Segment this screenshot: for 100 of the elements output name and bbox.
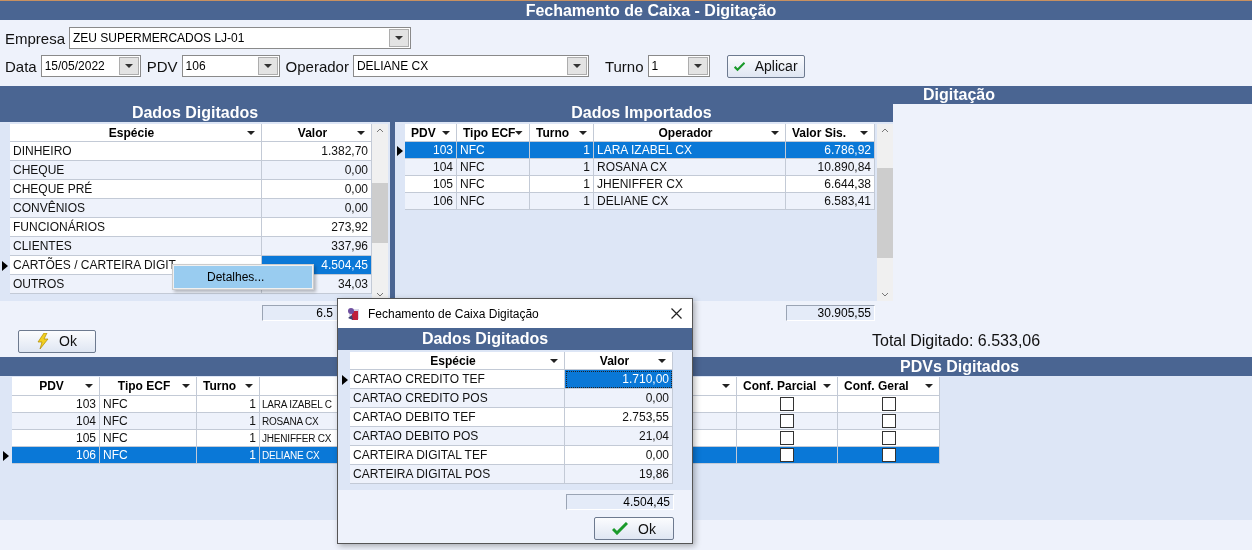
checkbox[interactable]: [780, 448, 794, 462]
table-cell[interactable]: 1.382,70: [262, 142, 372, 161]
dropdown-button[interactable]: [257, 57, 278, 75]
menu-item[interactable]: Detalhes...: [174, 266, 312, 288]
table-cell: 1: [530, 159, 594, 176]
sort-caret-icon[interactable]: [247, 130, 255, 135]
table-row[interactable]: 104 NFC 1 ROSANA CX 10.890,84: [405, 159, 875, 176]
ok-button[interactable]: Ok: [18, 329, 96, 353]
table-cell: CHEQUE: [10, 161, 262, 180]
apply-button[interactable]: Aplicar: [726, 54, 805, 78]
table-cell[interactable]: 0,00: [565, 446, 673, 465]
chevron-up-icon[interactable]: [376, 128, 384, 133]
combo-box[interactable]: DELIANE CX: [352, 55, 589, 77]
table-row[interactable]: 105 NFC 1 JHENIFFER CX 6.644,38: [405, 176, 875, 193]
column-header[interactable]: Valor: [262, 124, 372, 142]
sort-caret-icon[interactable]: [722, 384, 730, 388]
table-cell[interactable]: 2.753,55: [565, 408, 673, 427]
table-cell: NFC: [100, 413, 197, 430]
checkbox[interactable]: [780, 431, 794, 445]
table-cell: CARTAO CREDITO TEF: [350, 370, 565, 389]
sort-caret-icon[interactable]: [771, 130, 779, 135]
chevron-up-icon[interactable]: [881, 128, 889, 133]
dropdown-button[interactable]: [566, 57, 587, 75]
table-cell: 6.786,92: [786, 142, 875, 159]
sort-caret-icon[interactable]: [860, 130, 868, 135]
row-pointer-icon: [2, 260, 8, 271]
scrollbar[interactable]: [372, 124, 388, 301]
checkbox[interactable]: [881, 414, 896, 428]
checkbox[interactable]: [881, 431, 896, 445]
sort-caret-icon[interactable]: [823, 384, 831, 388]
table-cell: NFC: [100, 396, 197, 413]
combo-box[interactable]: 106: [181, 55, 280, 77]
checkbox[interactable]: [780, 397, 794, 411]
column-header[interactable]: Operador: [594, 124, 786, 142]
table-cell[interactable]: 0,00: [565, 389, 673, 408]
row-pointer-icon: [342, 374, 348, 385]
combo-box[interactable]: ZEU SUPERMERCADOS LJ-01: [69, 27, 412, 49]
lightning-icon: [37, 333, 50, 349]
column-label: PDV: [411, 125, 437, 140]
sort-caret-icon[interactable]: [182, 384, 190, 388]
column-header[interactable]: Conf. Parcial: [737, 377, 838, 396]
sort-caret-icon[interactable]: [579, 130, 587, 135]
column-header[interactable]: Turno: [197, 377, 260, 396]
dropdown-button[interactable]: [118, 57, 139, 75]
combo-box[interactable]: 15/05/2022: [40, 55, 141, 77]
column-header[interactable]: PDV: [405, 124, 457, 142]
sort-caret-icon[interactable]: [925, 384, 933, 388]
column-header[interactable]: Valor: [565, 352, 673, 370]
caret-icon: [395, 36, 404, 40]
table-cell: CLIENTES: [10, 237, 262, 256]
chevron-down-icon[interactable]: [881, 292, 889, 297]
sort-caret-icon[interactable]: [658, 358, 666, 363]
column-header[interactable]: PDV: [12, 377, 100, 396]
table-cell[interactable]: 337,96: [262, 237, 372, 256]
checkbox[interactable]: [881, 397, 896, 411]
sort-caret-icon[interactable]: [357, 130, 365, 135]
field-label: PDV: [146, 57, 178, 75]
table-cell: 104: [405, 159, 457, 176]
sort-caret-icon[interactable]: [85, 384, 93, 388]
row-pointer-icon: [397, 145, 403, 156]
column-header[interactable]: Tipo ECF: [457, 124, 530, 142]
table-cell[interactable]: 0,00: [262, 180, 372, 199]
column-label: Tipo ECF: [116, 379, 172, 393]
scrollbar[interactable]: [877, 124, 893, 301]
table-cell: 103: [405, 142, 457, 159]
chevron-down-icon[interactable]: [376, 292, 384, 297]
sort-caret-icon[interactable]: [442, 130, 450, 135]
table-cell[interactable]: 21,04: [565, 427, 673, 446]
table-cell: DELIANE CX: [594, 193, 786, 210]
column-header[interactable]: Espécie: [10, 124, 262, 142]
combo-box[interactable]: 1: [647, 55, 710, 77]
column-label: Tipo ECF: [463, 125, 516, 140]
column-header[interactable]: Valor Sis.: [786, 124, 875, 142]
sort-caret-icon[interactable]: [245, 384, 253, 388]
table-cell: 10.890,84: [786, 159, 875, 176]
column-header[interactable]: Tipo ECF: [100, 377, 197, 396]
table-cell[interactable]: 0,00: [262, 161, 372, 180]
checkbox[interactable]: [780, 414, 794, 428]
table-row[interactable]: 106 NFC 1 DELIANE CX 6.583,41: [405, 193, 875, 210]
table-cell: 1: [197, 413, 260, 430]
table-cell: NFC: [100, 430, 197, 447]
close-icon[interactable]: [671, 308, 682, 319]
dropdown-button[interactable]: [687, 57, 708, 75]
table-cell: LARA IZABEL CX: [594, 142, 786, 159]
caret-icon: [693, 64, 702, 68]
column-header[interactable]: Espécie: [350, 352, 565, 370]
ok-button[interactable]: Ok: [594, 517, 674, 540]
column-header[interactable]: Turno: [530, 124, 594, 142]
table-cell[interactable]: 0,00: [262, 199, 372, 218]
checkbox[interactable]: [881, 448, 896, 462]
table-cell[interactable]: 19,86: [565, 465, 673, 484]
panel-heading: Dados Digitados: [338, 328, 692, 350]
sort-caret-icon[interactable]: [515, 130, 523, 135]
table-row[interactable]: 103 NFC 1 LARA IZABEL CX 6.786,92: [405, 142, 875, 159]
sort-caret-icon[interactable]: [550, 358, 558, 363]
table-cell[interactable]: 1.710,00: [565, 370, 673, 389]
table-cell[interactable]: 273,92: [262, 218, 372, 237]
dropdown-button[interactable]: [389, 29, 410, 47]
check-icon: [733, 59, 745, 73]
column-header[interactable]: Conf. Geral: [838, 377, 940, 396]
